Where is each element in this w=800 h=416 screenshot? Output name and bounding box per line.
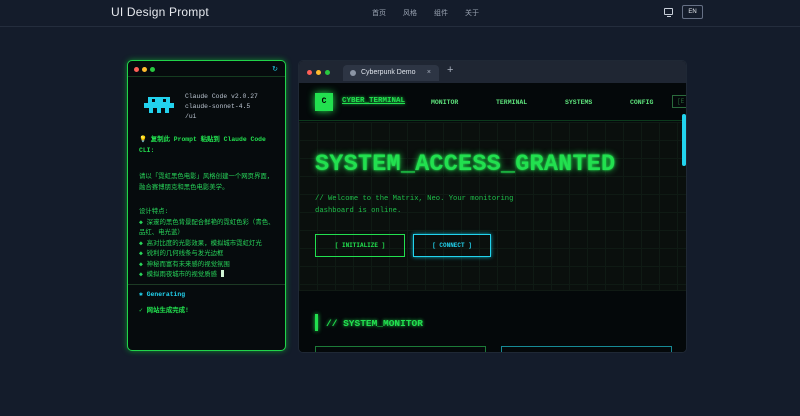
language-button[interactable]: EN [682, 5, 703, 19]
minimize-dot-icon[interactable] [142, 67, 147, 72]
hero-title: SYSTEM_ACCESS_GRANTED [315, 151, 616, 178]
features-title: 设计特点: [139, 208, 169, 215]
globe-icon [350, 70, 356, 76]
maximize-dot-icon[interactable] [150, 67, 155, 72]
close-dot-icon[interactable] [134, 67, 139, 72]
terminal-header-divider [128, 76, 285, 77]
claude-logo-icon [144, 97, 174, 113]
hero-section: SYSTEM_ACCESS_GRANTED // Welcome to the … [299, 122, 686, 290]
terminal-divider [128, 284, 285, 285]
connect-button[interactable]: [ CONNECT ] [413, 234, 491, 257]
nav-home[interactable]: 首页 [372, 8, 386, 18]
nav-components[interactable]: 组件 [434, 8, 448, 18]
monitor-icon[interactable] [664, 8, 673, 17]
initialize-button[interactable]: [ INITIALIZE ] [315, 234, 405, 257]
site-nav-chip[interactable]: [E [672, 95, 686, 108]
version-text: Claude Code v2.0.27 [185, 93, 258, 100]
tab-close-icon[interactable]: × [427, 65, 431, 81]
site-navbar: C CYBER_TERMINAL MONITOR TERMINAL SYSTEM… [299, 83, 686, 121]
nav-styles[interactable]: 风格 [403, 8, 417, 18]
cursor-block [220, 270, 224, 277]
tab-title: Cyberpunk Demo [361, 69, 416, 76]
monitor-card [315, 346, 486, 352]
browser-window: Cyberpunk Demo × + C CYBER_TERMINAL MONI… [298, 60, 687, 353]
window-controls [134, 67, 155, 72]
scrollbar-thumb[interactable] [682, 114, 686, 166]
site-logo[interactable]: C [315, 93, 333, 111]
feature-item: ◆ 高对比度的光影效果，模拟城市霓虹灯光 [139, 239, 262, 247]
terminal-meta: Claude Code v2.0.27 claude-sonnet-4.5 /u… [185, 92, 258, 122]
browser-titlebar: Cyberpunk Demo × + [299, 61, 686, 83]
brand-title[interactable]: UI Design Prompt [111, 5, 209, 19]
monitor-card [501, 346, 672, 352]
hero-subtitle: // Welcome to the Matrix, Neo. Your moni… [315, 195, 514, 215]
feature-item: ◆ 锐利的几何线条与发光边框 [139, 250, 224, 257]
site-nav-terminal[interactable]: TERMINAL [496, 99, 527, 106]
site-nav-config[interactable]: CONFIG [630, 99, 653, 106]
section-accent-bar [315, 314, 318, 331]
site-nav-monitor[interactable]: MONITOR [431, 99, 458, 106]
feature-item-last: ◆ 模拟雨夜城市的视觉质感 [139, 270, 279, 281]
main-nav: 首页 风格 组件 关于 [372, 8, 496, 18]
feature-item: ◆ 神秘而富有未来感的视觉氛围 [139, 260, 230, 268]
site-title[interactable]: CYBER_TERMINAL [342, 97, 405, 105]
section-title: // SYSTEM_MONITOR [326, 318, 423, 329]
features-list: 设计特点: ◆ 深邃的黑色背景配合鲜艳的霓虹色彩（青色、品红、电光蓝） ◆ 高对… [139, 207, 279, 281]
new-tab-icon[interactable]: + [447, 64, 453, 76]
feature-item: ◆ 模拟雨夜城市的视觉质感 [139, 271, 217, 278]
status-done: ✓ 网站生成完成! [139, 307, 189, 314]
path-text: /ui [185, 113, 197, 120]
top-bar: UI Design Prompt 首页 风格 组件 关于 EN [0, 0, 800, 27]
refresh-icon[interactable]: ↻ [272, 65, 278, 73]
feature-item: ◆ 深邃的黑色背景配合鲜艳的霓虹色彩（青色、品红、电光蓝） [139, 218, 275, 237]
system-monitor-section: // SYSTEM_MONITOR [299, 290, 686, 352]
minimize-dot-icon[interactable] [316, 70, 321, 75]
browser-window-controls [307, 70, 330, 75]
copy-prompt-instruction: 💡 复制此 Prompt 粘贴到 Claude Code CLI: [139, 136, 266, 154]
browser-tab[interactable]: Cyberpunk Demo × [343, 65, 439, 81]
maximize-dot-icon[interactable] [325, 70, 330, 75]
close-dot-icon[interactable] [307, 70, 312, 75]
nav-about[interactable]: 关于 [465, 8, 479, 18]
status-generating: ✱ Generating [139, 291, 186, 298]
model-text: claude-sonnet-4.5 [185, 103, 251, 110]
prompt-description: 请以「霓虹黑色电影」风格创建一个网页界面，融合赛博朋克和黑色电影美学。 [139, 173, 274, 191]
site-nav-systems[interactable]: SYSTEMS [565, 99, 592, 106]
